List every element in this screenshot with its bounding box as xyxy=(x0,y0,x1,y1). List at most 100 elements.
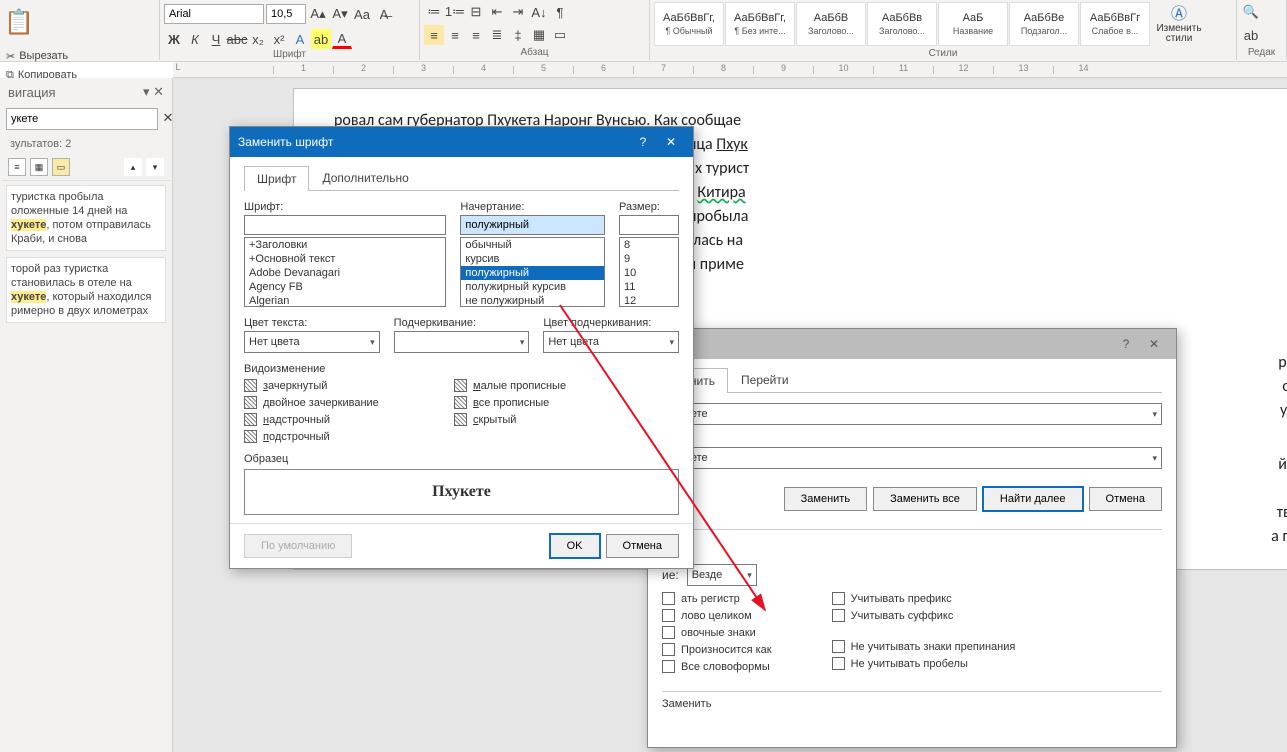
align-center-button[interactable]: ≡ xyxy=(445,25,465,45)
effect-5[interactable]: все прописные xyxy=(454,396,624,409)
font-option[interactable]: Algerian xyxy=(245,294,445,307)
superscript-button[interactable]: x² xyxy=(269,29,289,49)
italic-button[interactable]: К xyxy=(185,29,205,49)
style-item[interactable]: АаБбВвГг,¶ Обычный xyxy=(654,2,724,46)
chk-sounds-like[interactable]: Произносится как xyxy=(662,643,772,656)
underline-color-combo[interactable]: Нет цвета xyxy=(543,331,679,353)
cut-button[interactable]: ✂Вырезать xyxy=(4,47,125,65)
font-option[interactable]: Agency FB xyxy=(245,280,445,294)
align-left-button[interactable]: ≡ xyxy=(424,25,444,45)
font-size-combo[interactable] xyxy=(266,4,306,24)
font-size-input[interactable] xyxy=(619,215,679,235)
paste-icon[interactable]: 📋 xyxy=(4,8,34,37)
style-item[interactable]: АаБбВвЗаголово... xyxy=(867,2,937,46)
shading-button[interactable]: ▦ xyxy=(529,25,549,45)
show-marks-button[interactable]: ¶ xyxy=(550,2,570,22)
direction-combo[interactable]: Везде xyxy=(687,564,757,586)
find-close-icon[interactable]: ✕ xyxy=(1140,329,1168,359)
text-effects-button[interactable]: A xyxy=(290,29,310,49)
text-color-combo[interactable]: Нет цвета xyxy=(244,331,380,353)
align-right-button[interactable]: ≡ xyxy=(466,25,486,45)
tab-font[interactable]: Шрифт xyxy=(244,166,309,191)
size-option[interactable]: 11 xyxy=(620,280,678,294)
replace-all-button[interactable]: Заменить все xyxy=(873,487,977,511)
font-option[interactable]: Adobe Devanagari xyxy=(245,266,445,280)
nav-result-item[interactable]: туристка пробыла оложенные 14 дней на ху… xyxy=(6,185,166,251)
nav-prev[interactable]: ▴ xyxy=(124,158,142,176)
find-button[interactable]: 🔍 xyxy=(1241,2,1261,22)
style-item[interactable]: АаБбВеПодзагол... xyxy=(1009,2,1079,46)
horizontal-ruler[interactable]: L xyxy=(173,62,1287,78)
chk-all-forms[interactable]: Все словоформы xyxy=(662,660,772,673)
effect-3[interactable]: подстрочный xyxy=(244,430,414,443)
bold-button[interactable]: Ж xyxy=(164,29,184,49)
highlight-button[interactable]: ab xyxy=(311,29,331,49)
multilevel-button[interactable]: ⊟ xyxy=(466,2,486,22)
numbering-button[interactable]: 1≔ xyxy=(445,2,465,22)
font-dialog-titlebar[interactable]: Заменить шрифт ?✕ xyxy=(230,127,693,157)
nav-tab-pages[interactable]: ▦ xyxy=(30,158,48,176)
style-option[interactable]: не полужирный xyxy=(461,294,604,307)
font-listbox[interactable]: +Заголовки+Основной текстAdobe Devanagar… xyxy=(244,237,446,307)
styles-gallery[interactable]: АаБбВвГг,¶ ОбычныйАаБбВвГг,¶ Без инте...… xyxy=(654,2,1151,46)
chk-suffix[interactable]: Учитывать суффикс xyxy=(832,609,1016,622)
style-item[interactable]: АаБНазвание xyxy=(938,2,1008,46)
size-option[interactable]: 10 xyxy=(620,266,678,280)
effect-4[interactable]: малые прописные xyxy=(454,379,624,392)
font-option[interactable]: +Основной текст xyxy=(245,252,445,266)
justify-button[interactable]: ≣ xyxy=(487,25,507,45)
style-option[interactable]: курсив xyxy=(461,252,604,266)
find-help-icon[interactable]: ? xyxy=(1112,329,1140,359)
nav-next[interactable]: ▾ xyxy=(146,158,164,176)
tab-goto[interactable]: Перейти xyxy=(728,367,802,392)
style-option[interactable]: полужирный xyxy=(461,266,604,280)
nav-tab-headings[interactable]: ≡ xyxy=(8,158,26,176)
font-name-input[interactable] xyxy=(244,215,446,235)
find-cancel-button[interactable]: Отмена xyxy=(1089,487,1162,511)
effect-0[interactable]: зачеркнутый xyxy=(244,379,414,392)
style-option[interactable]: полужирный курсив xyxy=(461,280,604,294)
tab-additional[interactable]: Дополнительно xyxy=(309,165,421,190)
ruler-toggle[interactable]: L xyxy=(173,62,183,78)
replace-with-combo[interactable]: Пхукете xyxy=(662,447,1162,469)
font-color-button[interactable]: A xyxy=(332,29,352,49)
shrink-font-button[interactable]: A▾ xyxy=(330,4,350,24)
font-dialog-close-icon[interactable]: ✕ xyxy=(657,127,685,157)
size-option[interactable]: 8 xyxy=(620,238,678,252)
find-dialog-titlebar[interactable]: ить ?✕ xyxy=(648,329,1176,359)
ok-button[interactable]: OK xyxy=(550,534,600,558)
line-spacing-button[interactable]: ‡ xyxy=(508,25,528,45)
font-dialog-help-icon[interactable]: ? xyxy=(629,127,657,157)
font-name-combo[interactable] xyxy=(164,4,264,24)
size-option[interactable]: 9 xyxy=(620,252,678,266)
effect-2[interactable]: надстрочный xyxy=(244,413,414,426)
subscript-button[interactable]: x₂ xyxy=(248,29,268,49)
bullets-button[interactable]: ≔ xyxy=(424,2,444,22)
nav-search-input[interactable] xyxy=(6,108,158,130)
style-item[interactable]: АаБбВЗаголово... xyxy=(796,2,866,46)
clear-formatting-button[interactable]: A̶ xyxy=(374,4,394,24)
size-option[interactable]: 12 xyxy=(620,294,678,307)
style-item[interactable]: АаБбВвГг,¶ Без инте... xyxy=(725,2,795,46)
style-option[interactable]: обычный xyxy=(461,238,604,252)
chk-prefix[interactable]: Учитывать префикс xyxy=(832,592,1016,605)
nav-close-icon[interactable]: ▾ ✕ xyxy=(143,84,164,100)
strike-button[interactable]: abc xyxy=(227,29,247,49)
chk-ignore-punct[interactable]: Не учитывать знаки препинания xyxy=(832,640,1016,653)
find-what-combo[interactable]: Пхукете xyxy=(662,403,1162,425)
replace-button[interactable]: Заменить xyxy=(784,487,867,511)
change-case-button[interactable]: Aa xyxy=(352,4,372,24)
decrease-indent-button[interactable]: ⇤ xyxy=(487,2,507,22)
style-listbox[interactable]: обычныйкурсивполужирныйполужирный курсив… xyxy=(460,237,605,307)
chk-wildcards[interactable]: овочные знаки xyxy=(662,626,772,639)
grow-font-button[interactable]: A▴ xyxy=(308,4,328,24)
nav-tab-results[interactable]: ▭ xyxy=(52,158,70,176)
chk-whole-word[interactable]: лово целиком xyxy=(662,609,772,622)
underline-button[interactable]: Ч xyxy=(206,29,226,49)
replace-button[interactable]: ab xyxy=(1241,25,1261,45)
underline-combo[interactable] xyxy=(394,331,530,353)
nav-result-item[interactable]: торой раз туристка становилась в отеле н… xyxy=(6,257,166,323)
effect-6[interactable]: скрытый xyxy=(454,413,624,426)
chk-ignore-space[interactable]: Не учитывать пробелы xyxy=(832,657,1016,670)
effect-1[interactable]: двойное зачеркивание xyxy=(244,396,414,409)
